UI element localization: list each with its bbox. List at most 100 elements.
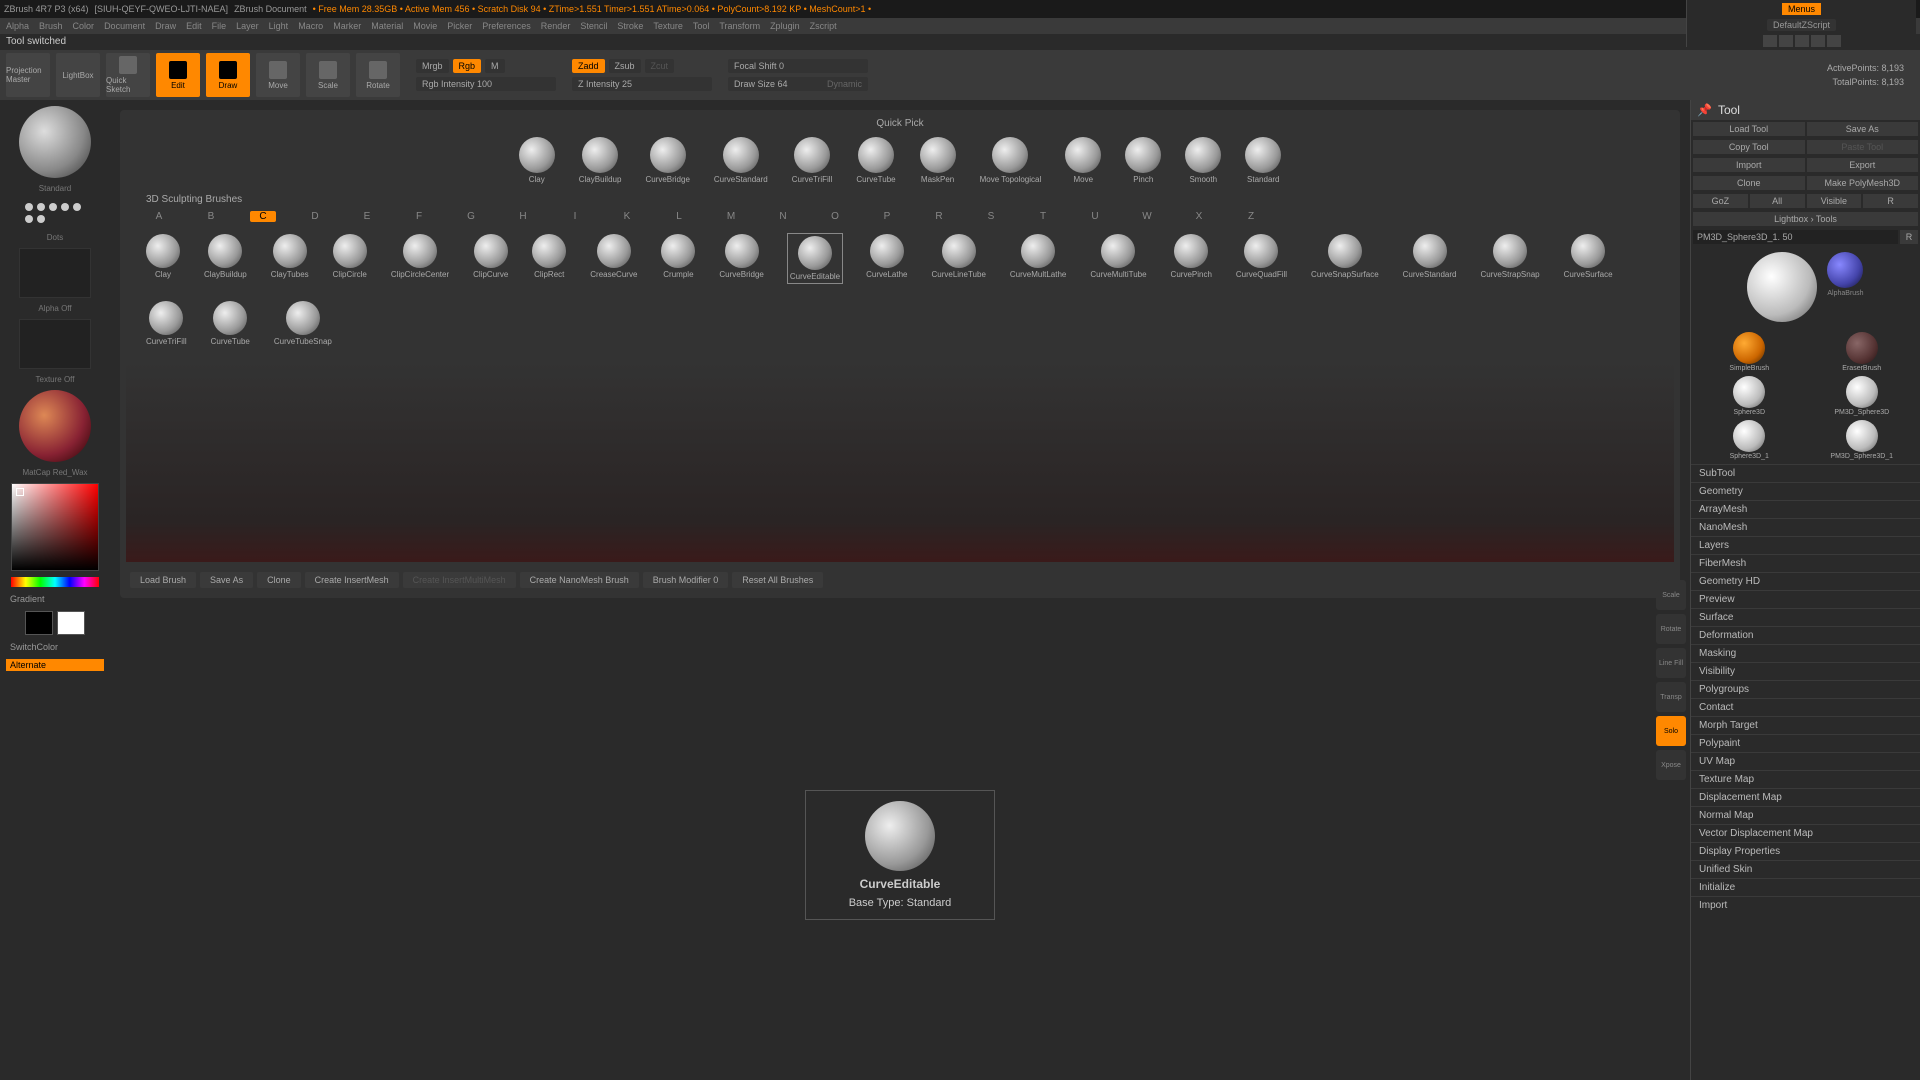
tool-preview-alpha[interactable] [1827, 252, 1863, 288]
rgb-toggle[interactable]: Rgb [453, 59, 482, 73]
menu-material[interactable]: Material [371, 21, 403, 31]
quickpick-curvestandard[interactable]: CurveStandard [714, 137, 768, 184]
filter-E[interactable]: E [354, 211, 380, 222]
quickpick-curvetube[interactable]: CurveTube [856, 137, 895, 184]
zsub-toggle[interactable]: Zsub [609, 59, 641, 73]
secondary-color[interactable] [25, 611, 53, 635]
accordion-visibility[interactable]: Visibility [1691, 662, 1920, 680]
switch-color-button[interactable]: SwitchColor [6, 641, 104, 653]
material-preview[interactable] [19, 390, 91, 462]
accordion-preview[interactable]: Preview [1691, 590, 1920, 608]
lightbox-tools[interactable]: Lightbox › Tools [1693, 212, 1918, 226]
brush-curvesurface[interactable]: CurveSurface [1564, 234, 1613, 283]
quickpick-curvetrifill[interactable]: CurveTriFill [792, 137, 833, 184]
quickpick-clay[interactable]: Clay [519, 137, 555, 184]
accordion-displacement-map[interactable]: Displacement Map [1691, 788, 1920, 806]
accordion-display-properties[interactable]: Display Properties [1691, 842, 1920, 860]
quicksketch-button[interactable]: Quick Sketch [106, 53, 150, 97]
tool-preview-large[interactable] [1747, 252, 1817, 322]
brush-curvetube[interactable]: CurveTube [211, 301, 250, 346]
brush-clay[interactable]: Clay [146, 234, 180, 283]
brush-crumple[interactable]: Crumple [661, 234, 695, 283]
accordion-geometry-hd[interactable]: Geometry HD [1691, 572, 1920, 590]
tool-btn-goz[interactable]: GoZ [1693, 194, 1748, 208]
quickpick-maskpen[interactable]: MaskPen [920, 137, 956, 184]
menu-macro[interactable]: Macro [298, 21, 323, 31]
draw-size-slider[interactable]: Draw Size 64Dynamic [728, 77, 868, 91]
menu-stroke[interactable]: Stroke [617, 21, 643, 31]
filter-S[interactable]: S [978, 211, 1004, 222]
filter-G[interactable]: G [458, 211, 484, 222]
filter-U[interactable]: U [1082, 211, 1108, 222]
focal-shift-slider[interactable]: Focal Shift 0 [728, 59, 868, 73]
menu-file[interactable]: File [212, 21, 227, 31]
menu-brush[interactable]: Brush [39, 21, 63, 31]
tool-item-1[interactable]: EraserBrush [1808, 332, 1917, 372]
pin-icon[interactable]: 📌 [1697, 103, 1712, 117]
brush-clipcurve[interactable]: ClipCurve [473, 234, 508, 283]
m-toggle[interactable]: M [485, 59, 505, 73]
brush-curvemultitube[interactable]: CurveMultiTube [1090, 234, 1146, 283]
canvas-area[interactable]: Quick Pick ClayClayBuildupCurveBridgeCur… [110, 100, 1690, 1080]
quickpick-claybuildup[interactable]: ClayBuildup [579, 137, 622, 184]
menu-movie[interactable]: Movie [413, 21, 437, 31]
tool-btn-visible[interactable]: Visible [1807, 194, 1862, 208]
palette-btn-5[interactable]: Create NanoMesh Brush [520, 572, 639, 588]
accordion-masking[interactable]: Masking [1691, 644, 1920, 662]
menu-render[interactable]: Render [541, 21, 571, 31]
filter-H[interactable]: H [510, 211, 536, 222]
menu-draw[interactable]: Draw [155, 21, 176, 31]
color-picker[interactable] [11, 483, 99, 571]
accordion-normal-map[interactable]: Normal Map [1691, 806, 1920, 824]
tool-btn-paste-tool[interactable]: Paste Tool [1807, 140, 1919, 154]
brush-preview[interactable] [19, 106, 91, 178]
viewport-solo[interactable]: Solo [1656, 716, 1686, 746]
brush-curvetrifill[interactable]: CurveTriFill [146, 301, 187, 346]
brush-curvemultlathe[interactable]: CurveMultLathe [1010, 234, 1066, 283]
quickpick-smooth[interactable]: Smooth [1185, 137, 1221, 184]
brush-curvebridge[interactable]: CurveBridge [719, 234, 763, 283]
alternate-button[interactable]: Alternate [6, 659, 104, 671]
menu-stencil[interactable]: Stencil [580, 21, 607, 31]
accordion-subtool[interactable]: SubTool [1691, 464, 1920, 482]
tool-btn-load-tool[interactable]: Load Tool [1693, 122, 1805, 136]
accordion-geometry[interactable]: Geometry [1691, 482, 1920, 500]
filter-T[interactable]: T [1030, 211, 1056, 222]
menu-transform[interactable]: Transform [719, 21, 760, 31]
palette-btn-7[interactable]: Reset All Brushes [732, 572, 823, 588]
palette-btn-1[interactable]: Save As [200, 572, 253, 588]
palette-btn-0[interactable]: Load Brush [130, 572, 196, 588]
viewport-line fill[interactable]: Line Fill [1656, 648, 1686, 678]
stroke-preview[interactable] [25, 203, 85, 223]
lightbox-button[interactable]: LightBox [56, 53, 100, 97]
filter-Z[interactable]: Z [1238, 211, 1264, 222]
menu-zplugin[interactable]: Zplugin [770, 21, 800, 31]
menu-zscript[interactable]: Zscript [810, 21, 837, 31]
current-tool[interactable]: PM3D_Sphere3D_1. 50 [1693, 230, 1898, 244]
filter-D[interactable]: D [302, 211, 328, 222]
z-intensity-slider[interactable]: Z Intensity 25 [572, 77, 712, 91]
hue-slider[interactable] [11, 577, 99, 587]
filter-I[interactable]: I [562, 211, 588, 222]
draw-button[interactable]: Draw [206, 53, 250, 97]
projection-master-button[interactable]: Projection Master [6, 53, 50, 97]
brush-cliprect[interactable]: ClipRect [532, 234, 566, 283]
filter-N[interactable]: N [770, 211, 796, 222]
scale-button[interactable]: Scale [306, 53, 350, 97]
quickpick-move[interactable]: Move [1065, 137, 1101, 184]
viewport-scale[interactable]: Scale [1656, 580, 1686, 610]
brush-claybuildup[interactable]: ClayBuildup [204, 234, 247, 283]
viewport-transp[interactable]: Transp [1656, 682, 1686, 712]
menu-tool[interactable]: Tool [693, 21, 710, 31]
brush-claytubes[interactable]: ClayTubes [271, 234, 309, 283]
filter-M[interactable]: M [718, 211, 744, 222]
accordion-polypaint[interactable]: Polypaint [1691, 734, 1920, 752]
quickpick-curvebridge[interactable]: CurveBridge [645, 137, 689, 184]
accordion-arraymesh[interactable]: ArrayMesh [1691, 500, 1920, 518]
rotate-button[interactable]: Rotate [356, 53, 400, 97]
menu-preferences[interactable]: Preferences [482, 21, 531, 31]
filter-W[interactable]: W [1134, 211, 1160, 222]
accordion-unified-skin[interactable]: Unified Skin [1691, 860, 1920, 878]
filter-P[interactable]: P [874, 211, 900, 222]
filter-A[interactable]: A [146, 211, 172, 222]
